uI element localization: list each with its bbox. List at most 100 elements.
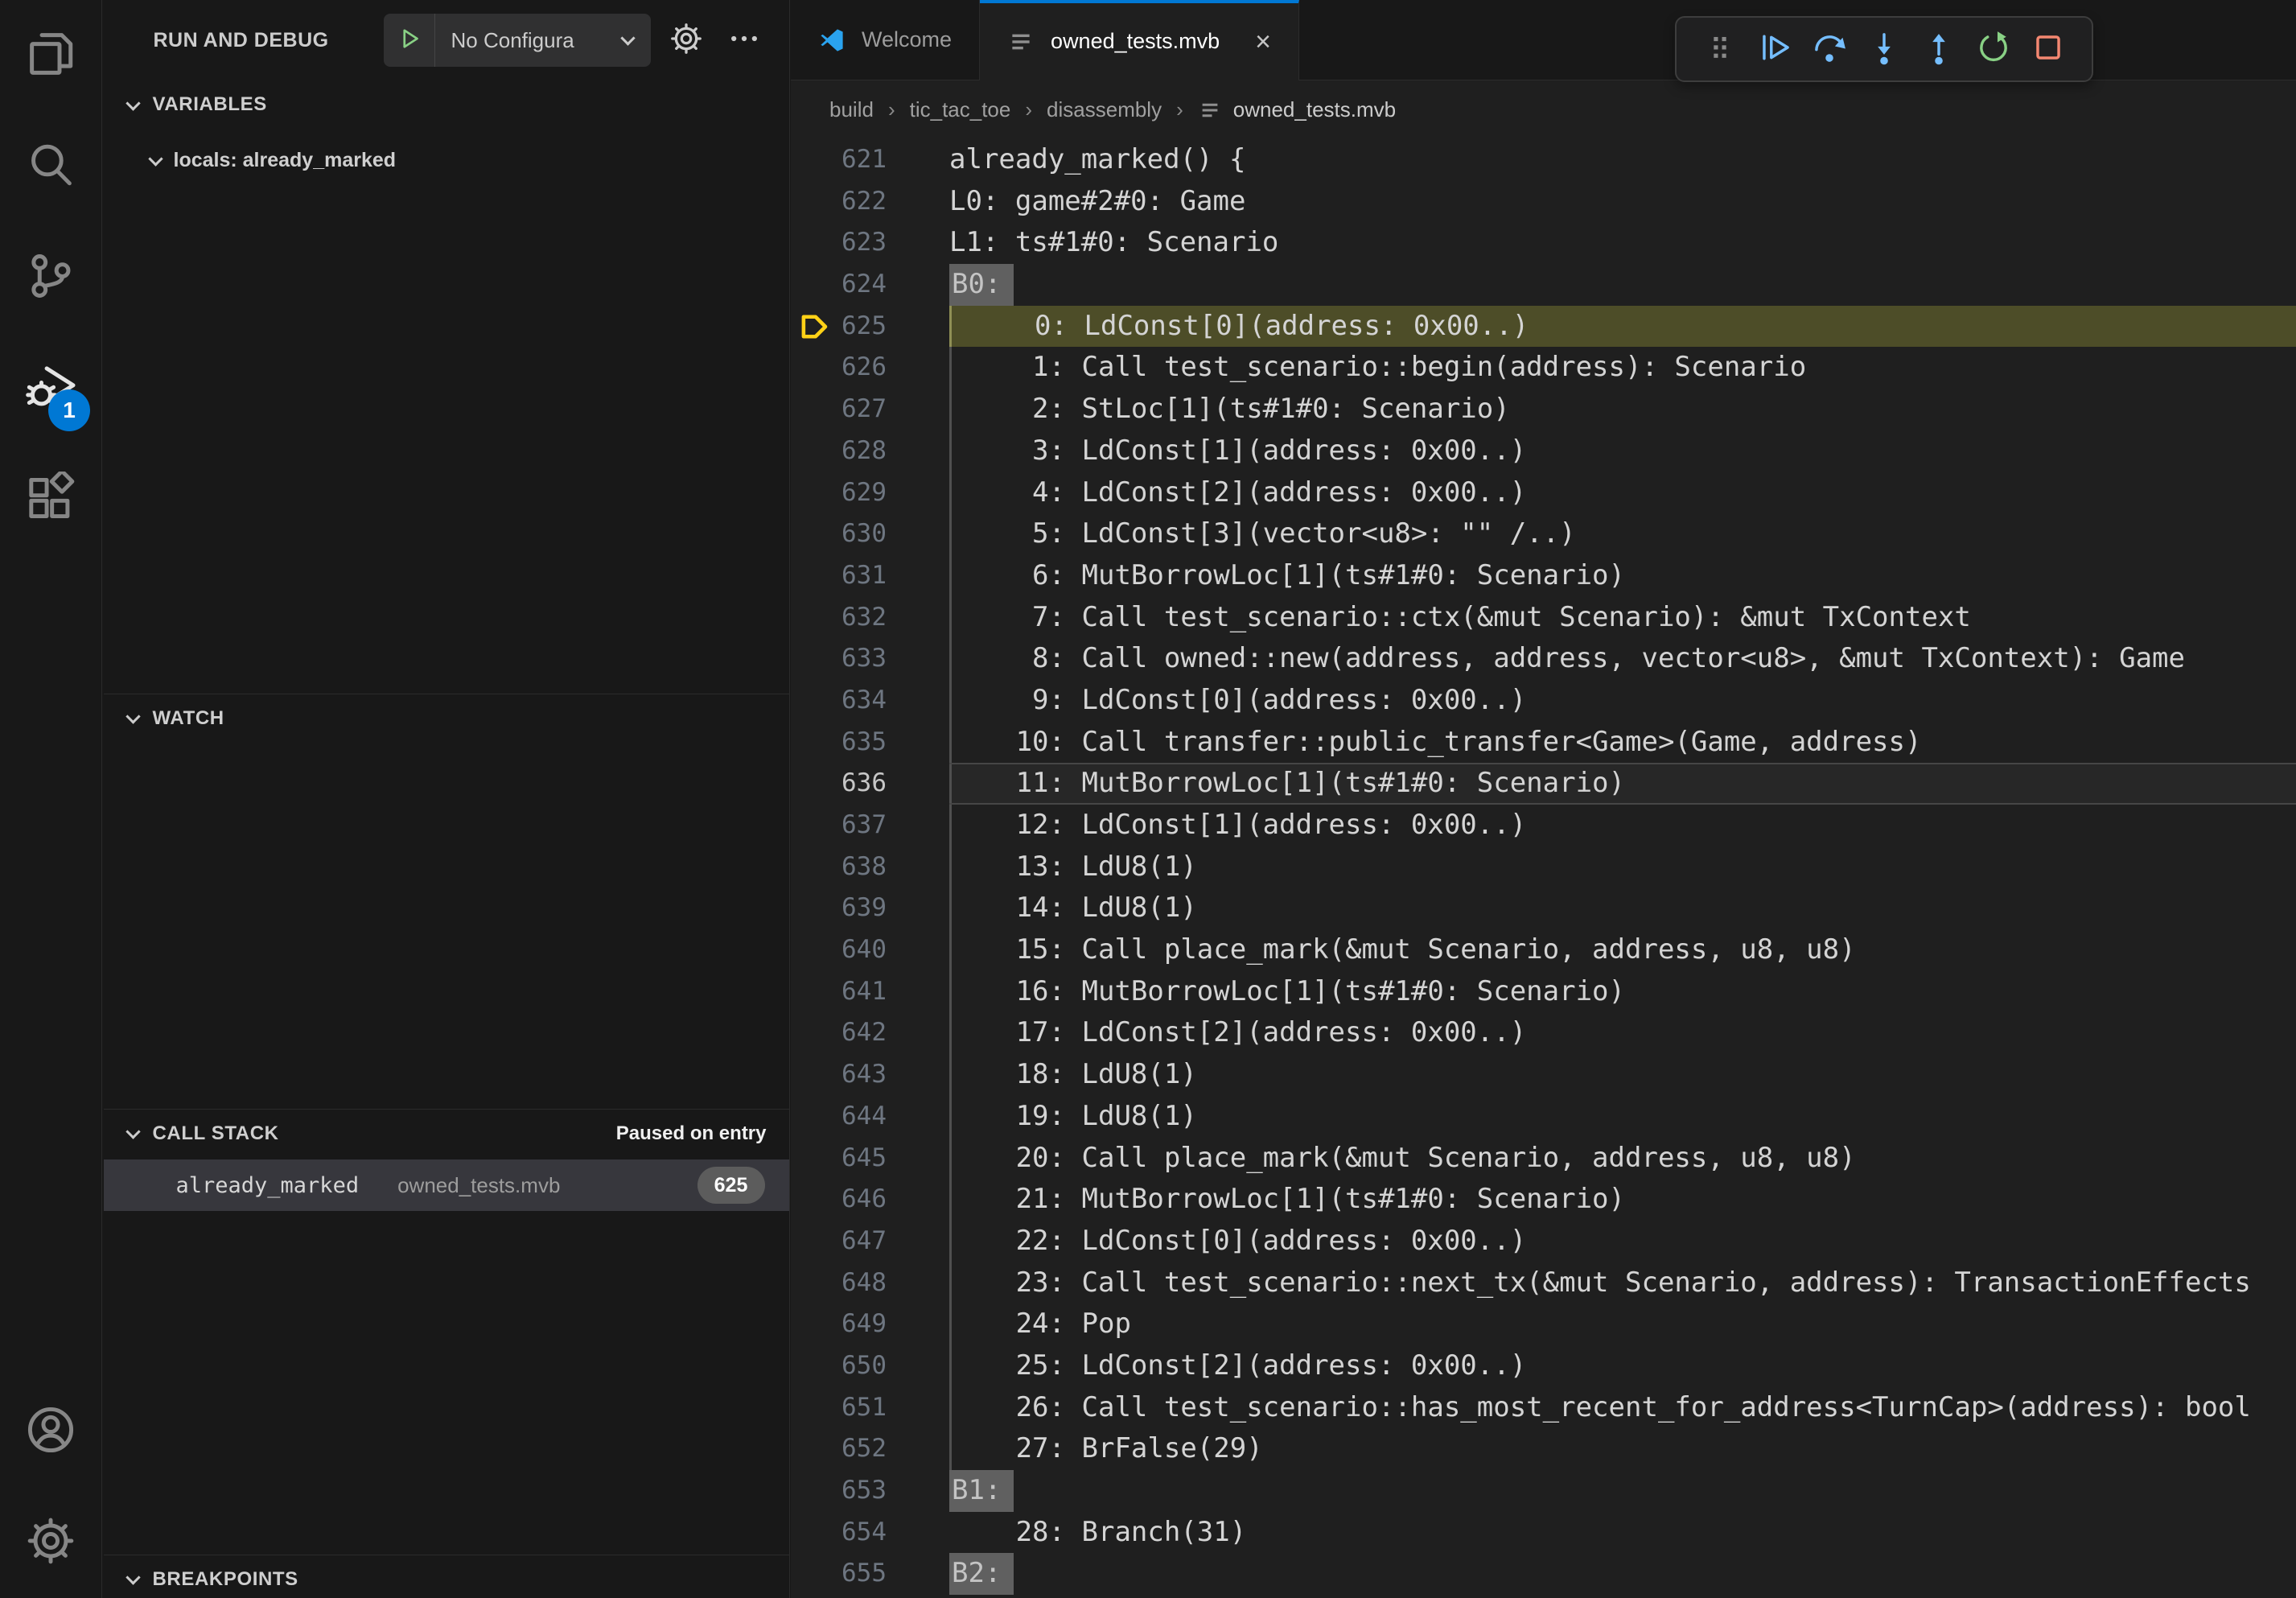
gutter[interactable]: 625 <box>791 306 949 348</box>
code-line-641[interactable]: 64116:MutBorrowLoc[1](ts#1#0: Scenario) <box>791 971 2296 1013</box>
code-line-621[interactable]: 621already_marked() { <box>791 139 2296 181</box>
code-line-633[interactable]: 6338:Call owned::new(address, address, v… <box>791 638 2296 680</box>
code-line-648[interactable]: 64823:Call test_scenario::next_tx(&mut S… <box>791 1262 2296 1304</box>
gutter[interactable]: 621 <box>791 139 949 181</box>
breadcrumb-item-file[interactable]: owned_tests.mvb <box>1198 97 1396 122</box>
continue-button[interactable] <box>1752 27 1797 72</box>
code-line-651[interactable]: 65126:Call test_scenario::has_most_recen… <box>791 1387 2296 1429</box>
gutter[interactable]: 636 <box>791 763 949 805</box>
gutter[interactable]: 645 <box>791 1138 949 1180</box>
gutter[interactable]: 633 <box>791 638 949 680</box>
code-line-639[interactable]: 63914:LdU8(1) <box>791 888 2296 929</box>
restart-button[interactable] <box>1971 27 2016 72</box>
gutter[interactable]: 643 <box>791 1054 949 1096</box>
gutter[interactable]: 634 <box>791 680 949 722</box>
code-area[interactable]: 621already_marked() {622L0: game#2#0: Ga… <box>791 139 2296 1598</box>
gutter[interactable]: 639 <box>791 888 949 929</box>
activity-bar-item-source-control[interactable] <box>0 222 101 333</box>
code-line-622[interactable]: 622L0: game#2#0: Game <box>791 181 2296 223</box>
gutter[interactable]: 622 <box>791 181 949 223</box>
gutter[interactable]: 630 <box>791 513 949 555</box>
code-line-649[interactable]: 64924:Pop <box>791 1304 2296 1345</box>
close-icon[interactable]: × <box>1255 28 1271 56</box>
code-line-640[interactable]: 64015:Call place_mark(&mut Scenario, add… <box>791 929 2296 971</box>
gutter[interactable]: 646 <box>791 1179 949 1221</box>
code-line-626[interactable]: 6261:Call test_scenario::begin(address):… <box>791 347 2296 389</box>
gutter[interactable]: 648 <box>791 1262 949 1304</box>
activity-bar-item-extensions[interactable] <box>0 444 101 555</box>
breadcrumb-item-disassembly[interactable]: disassembly <box>1047 97 1162 122</box>
gutter[interactable]: 631 <box>791 555 949 597</box>
code-line-653[interactable]: 653B1: <box>791 1470 2296 1512</box>
gutter[interactable]: 627 <box>791 389 949 430</box>
code-line-623[interactable]: 623L1: ts#1#0: Scenario <box>791 222 2296 264</box>
code-line-650[interactable]: 65025:LdConst[2](address: 0x00..) <box>791 1345 2296 1387</box>
gutter[interactable]: 651 <box>791 1387 949 1429</box>
activity-bar-item-settings[interactable] <box>0 1487 101 1598</box>
gutter[interactable]: 653 <box>791 1470 949 1512</box>
drag-handle-button[interactable] <box>1697 27 1743 72</box>
code-line-631[interactable]: 6316:MutBorrowLoc[1](ts#1#0: Scenario) <box>791 555 2296 597</box>
code-line-630[interactable]: 6305:LdConst[3](vector<u8>: "" /..) <box>791 513 2296 555</box>
gutter[interactable]: 654 <box>791 1512 949 1554</box>
gutter[interactable]: 655 <box>791 1553 949 1595</box>
call-stack-frame-row[interactable]: already_marked owned_tests.mvb 625 <box>104 1159 789 1211</box>
code-line-654[interactable]: 65428:Branch(31) <box>791 1512 2296 1554</box>
gutter[interactable]: 640 <box>791 929 949 971</box>
gutter[interactable]: 650 <box>791 1345 949 1387</box>
gutter[interactable]: 637 <box>791 805 949 846</box>
stop-button[interactable] <box>2026 27 2071 72</box>
views-more-actions-button[interactable] <box>725 21 763 60</box>
step-out-button[interactable] <box>1916 27 1961 72</box>
step-over-button[interactable] <box>1807 27 1852 72</box>
code-line-652[interactable]: 65227:BrFalse(29) <box>791 1428 2296 1470</box>
code-line-643[interactable]: 64318:LdU8(1) <box>791 1054 2296 1096</box>
gutter[interactable]: 638 <box>791 846 949 888</box>
code-line-625[interactable]: 6250:LdConst[0](address: 0x00..) <box>791 306 2296 348</box>
tab-welcome[interactable]: Welcome <box>791 0 980 80</box>
gutter[interactable]: 629 <box>791 472 949 514</box>
gutter[interactable]: 628 <box>791 430 949 472</box>
code-line-655[interactable]: 655B2: <box>791 1553 2296 1595</box>
gutter[interactable]: 649 <box>791 1304 949 1345</box>
code-line-642[interactable]: 64217:LdConst[2](address: 0x00..) <box>791 1012 2296 1054</box>
activity-bar-item-explorer[interactable] <box>0 0 101 111</box>
gutter[interactable]: 624 <box>791 264 949 306</box>
code-line-624[interactable]: 624B0: <box>791 264 2296 306</box>
code-line-635[interactable]: 63510:Call transfer::public_transfer<Gam… <box>791 722 2296 764</box>
code-line-645[interactable]: 64520:Call place_mark(&mut Scenario, add… <box>791 1138 2296 1180</box>
gutter[interactable]: 635 <box>791 722 949 764</box>
debug-configuration-dropdown[interactable]: No Configura <box>384 14 651 67</box>
gutter[interactable]: 632 <box>791 597 949 639</box>
code-line-636[interactable]: 63611:MutBorrowLoc[1](ts#1#0: Scenario) <box>791 763 2296 805</box>
gutter[interactable]: 623 <box>791 222 949 264</box>
gutter[interactable]: 652 <box>791 1428 949 1470</box>
variables-section-header[interactable]: VARIABLES <box>104 80 789 129</box>
gutter[interactable]: 647 <box>791 1221 949 1262</box>
code-line-627[interactable]: 6272:StLoc[1](ts#1#0: Scenario) <box>791 389 2296 430</box>
code-line-634[interactable]: 6349:LdConst[0](address: 0x00..) <box>791 680 2296 722</box>
code-line-629[interactable]: 6294:LdConst[2](address: 0x00..) <box>791 472 2296 514</box>
activity-bar-item-run-and-debug[interactable]: 1 <box>0 333 101 444</box>
breadcrumb-item-build[interactable]: build <box>829 97 874 122</box>
gutter[interactable]: 644 <box>791 1096 949 1138</box>
breakpoints-section-header[interactable]: BREAKPOINTS <box>104 1555 789 1598</box>
activity-bar-item-account[interactable] <box>0 1376 101 1487</box>
gutter[interactable]: 626 <box>791 347 949 389</box>
start-debugging-button[interactable] <box>384 14 435 67</box>
watch-section-header[interactable]: WATCH <box>104 694 789 742</box>
code-line-646[interactable]: 64621:MutBorrowLoc[1](ts#1#0: Scenario) <box>791 1179 2296 1221</box>
code-line-632[interactable]: 6327:Call test_scenario::ctx(&mut Scenar… <box>791 597 2296 639</box>
code-line-644[interactable]: 64419:LdU8(1) <box>791 1096 2296 1138</box>
activity-bar-item-search[interactable] <box>0 111 101 222</box>
code-line-628[interactable]: 6283:LdConst[1](address: 0x00..) <box>791 430 2296 472</box>
code-line-647[interactable]: 64722:LdConst[0](address: 0x00..) <box>791 1221 2296 1262</box>
locals-scope-row[interactable]: locals: already_marked <box>104 138 789 182</box>
gutter[interactable]: 641 <box>791 971 949 1013</box>
code-line-637[interactable]: 63712:LdConst[1](address: 0x00..) <box>791 805 2296 846</box>
configure-gear-button[interactable] <box>667 21 706 60</box>
call-stack-section-header[interactable]: CALL STACK Paused on entry <box>104 1109 789 1157</box>
step-into-button[interactable] <box>1862 27 1907 72</box>
gutter[interactable]: 642 <box>791 1012 949 1054</box>
code-line-638[interactable]: 63813:LdU8(1) <box>791 846 2296 888</box>
